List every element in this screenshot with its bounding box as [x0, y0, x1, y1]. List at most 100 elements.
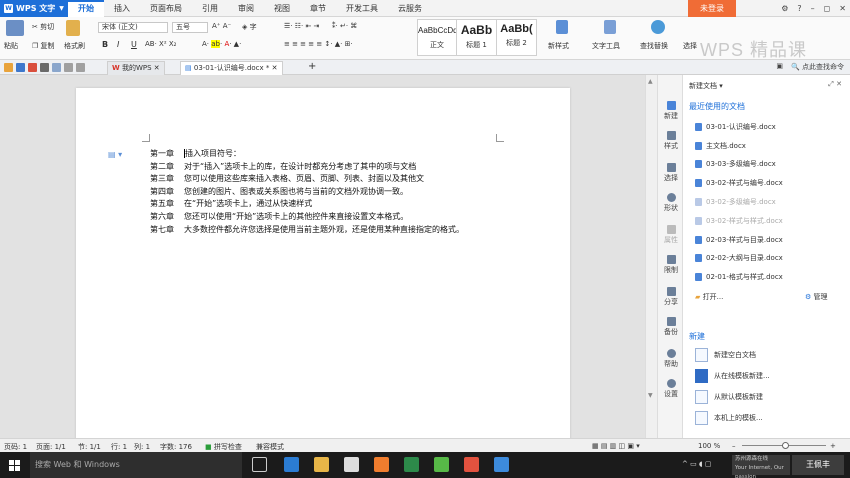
- side-backup[interactable]: 备份: [658, 317, 684, 337]
- paragraph-icon[interactable]: ⁑· ↵· ⌘: [332, 22, 357, 30]
- side-settings[interactable]: 设置: [658, 379, 684, 399]
- font-color-icon[interactable]: A· ab· A· ▲·: [202, 40, 241, 48]
- file-explorer-icon[interactable]: [314, 457, 329, 472]
- new-tab-button[interactable]: +: [308, 61, 316, 72]
- taskbar-user[interactable]: 王佩丰: [792, 455, 844, 475]
- export-pdf-icon[interactable]: [28, 63, 37, 72]
- wps-writer-icon[interactable]: [494, 457, 509, 472]
- recent-file-item[interactable]: 02-01-格式与样式.docx: [695, 272, 783, 282]
- recent-file-item[interactable]: 02-02-大纲与目录.docx: [695, 253, 783, 263]
- tab-review[interactable]: 审阅: [228, 0, 264, 17]
- recent-file-item[interactable]: 03-03-多级编号.docx: [695, 159, 776, 169]
- tab-developer[interactable]: 开发工具: [336, 0, 388, 17]
- format-painter-label[interactable]: 格式刷: [64, 41, 85, 51]
- side-new[interactable]: 新建: [658, 101, 684, 121]
- strikethrough-icon[interactable]: AB· X² X₂: [145, 40, 176, 48]
- close-icon[interactable]: ✕: [836, 80, 842, 88]
- task-view-icon[interactable]: [252, 457, 267, 472]
- paste-icon[interactable]: [6, 20, 24, 36]
- side-restrict[interactable]: 限制: [658, 255, 684, 275]
- new-style-icon[interactable]: [556, 20, 568, 34]
- view-mode-icons[interactable]: ▦ ▤ ▥ ◫ ▣ ▾: [592, 442, 640, 450]
- underline-button[interactable]: U: [131, 40, 137, 49]
- vertical-scrollbar[interactable]: ▲ ▼: [645, 75, 657, 438]
- status-pages[interactable]: 页面: 1/1: [36, 442, 66, 452]
- save-icon[interactable]: [16, 63, 25, 72]
- status-section[interactable]: 节: 1/1: [78, 442, 101, 452]
- close-icon[interactable]: ✕: [154, 64, 160, 72]
- status-page[interactable]: 页码: 1: [4, 442, 27, 452]
- recent-file-item[interactable]: 03-02-多级编号.docx: [695, 197, 776, 207]
- tab-current-document[interactable]: ▤ 03-01-认识编号.docx * ✕: [180, 61, 283, 75]
- tab-home[interactable]: 开始: [68, 0, 104, 17]
- side-help[interactable]: 帮助: [658, 349, 684, 369]
- restore-icon[interactable]: ◻: [824, 4, 831, 13]
- side-select[interactable]: 选择: [658, 163, 684, 183]
- zoom-in-icon[interactable]: +: [830, 442, 836, 450]
- minimize-icon[interactable]: –: [811, 4, 815, 13]
- select-button[interactable]: 选择: [683, 41, 697, 51]
- find-replace-icon[interactable]: [651, 20, 665, 34]
- local-templates[interactable]: 本机上的模板...: [695, 411, 763, 425]
- tab-references[interactable]: 引用: [192, 0, 228, 17]
- panel-title[interactable]: 新建文档 ▾: [689, 81, 723, 91]
- side-properties[interactable]: 属性: [658, 225, 684, 245]
- text-tools-icon[interactable]: [604, 20, 616, 34]
- scroll-down-icon[interactable]: ▼: [648, 392, 653, 399]
- windows-start-icon[interactable]: [9, 460, 20, 471]
- zoom-slider-handle[interactable]: [782, 442, 789, 449]
- open-button[interactable]: ▰ 打开...: [695, 292, 723, 302]
- command-search[interactable]: 🔍 点此查找命令: [791, 62, 844, 72]
- new-from-default-template[interactable]: 从默认模板新建: [695, 390, 763, 404]
- paste-label[interactable]: 粘贴: [4, 41, 18, 51]
- tab-insert[interactable]: 插入: [104, 0, 140, 17]
- pinned-app-icon[interactable]: [404, 457, 419, 472]
- tab-cloud[interactable]: 云服务: [388, 0, 432, 17]
- format-painter-icon[interactable]: [66, 20, 80, 36]
- redo-icon[interactable]: [76, 63, 85, 72]
- style-heading1[interactable]: AaBb 标题 1: [457, 19, 497, 56]
- new-from-online-template[interactable]: 从在线模板新建...: [695, 369, 770, 383]
- recent-file-item[interactable]: 03-02-样式与样式.docx: [695, 216, 783, 226]
- expand-icon[interactable]: ⤢: [828, 80, 834, 88]
- find-replace-button[interactable]: 查找替换: [640, 41, 668, 51]
- recent-file-item[interactable]: 03-01-认识编号.docx: [695, 122, 776, 132]
- undo-icon[interactable]: [64, 63, 73, 72]
- status-words[interactable]: 字数: 176: [160, 442, 192, 452]
- cut-button[interactable]: ✂ 剪切: [32, 22, 54, 32]
- tab-page-layout[interactable]: 页面布局: [140, 0, 192, 17]
- tray-notification[interactable]: 苏州源森在线 Your Internet, Our passion: [732, 455, 790, 478]
- wps-red-icon[interactable]: [464, 457, 479, 472]
- skin-icon[interactable]: ⚙: [781, 4, 788, 13]
- status-row[interactable]: 行: 1: [111, 442, 127, 452]
- style-normal[interactable]: AaBbCcDd 正文: [417, 19, 457, 56]
- store-icon[interactable]: [344, 457, 359, 472]
- italic-button[interactable]: I: [117, 40, 119, 49]
- app-menu-button[interactable]: W WPS 文字 ▼: [0, 0, 68, 17]
- align-icons[interactable]: ≡ ≡ ≡ ≡ ≡ ↕· ▲· ⊞·: [284, 40, 353, 48]
- font-grow-icon[interactable]: A⁺ A⁻: [212, 22, 231, 30]
- document-page[interactable]: 第一章 插入项目符号： 第二章 对于“插入”选项卡上的库，在设计时都充分考虑了其中的…: [76, 88, 570, 448]
- collapse-ribbon-icon[interactable]: ▣: [776, 62, 783, 72]
- style-heading2[interactable]: AaBb( 标题 2: [497, 19, 537, 56]
- font-size-select[interactable]: 五号: [172, 22, 208, 33]
- zoom-out-icon[interactable]: –: [732, 442, 736, 450]
- panel-controls[interactable]: ⤢ ✕: [828, 80, 842, 89]
- help-icon[interactable]: ?: [797, 4, 801, 13]
- login-button[interactable]: 未登录: [688, 0, 736, 17]
- document-body[interactable]: 第一章 插入项目符号： 第二章 对于“插入”选项卡上的库，在设计时都充分考虑了其中的…: [150, 148, 464, 236]
- recent-file-item[interactable]: 03-02-样式与编号.docx: [695, 178, 783, 188]
- recent-file-item[interactable]: 02-03-样式与目录.docx: [695, 235, 783, 245]
- tab-section[interactable]: 章节: [300, 0, 336, 17]
- status-spell-check[interactable]: ■ 拼写检查: [205, 442, 242, 452]
- preview-icon[interactable]: [52, 63, 61, 72]
- clear-format-icon[interactable]: ◈ 字: [242, 22, 257, 32]
- text-tools-button[interactable]: 文字工具: [592, 41, 620, 51]
- copy-button[interactable]: ❐ 复制: [32, 41, 55, 51]
- side-shape[interactable]: 形状: [658, 193, 684, 213]
- bullet-list-icon[interactable]: ☰· ☷· ⇤ ⇥: [284, 22, 319, 30]
- taskbar-search[interactable]: 搜索 Web 和 Windows: [30, 452, 242, 478]
- recent-file-item[interactable]: 主文档.docx: [695, 141, 746, 151]
- wps-spreadsheet-icon[interactable]: [434, 457, 449, 472]
- side-style[interactable]: 样式: [658, 131, 684, 151]
